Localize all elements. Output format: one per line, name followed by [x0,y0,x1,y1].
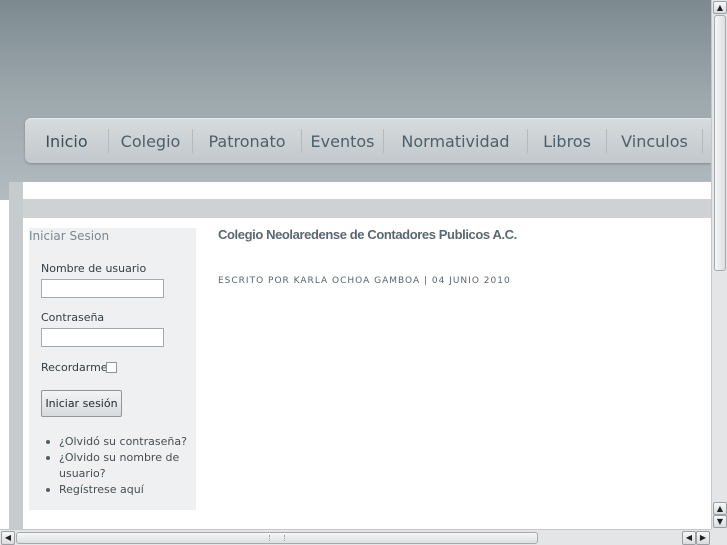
login-button[interactable]: Iniciar sesión [41,390,122,417]
password-input[interactable] [41,328,164,347]
scroll-grip-icon [269,535,285,541]
forgot-username-link[interactable]: ¿Olvido su nombre de usuario? [43,450,193,482]
login-links: ¿Olvidó su contraseña? ¿Olvido su nombre… [43,434,193,498]
nav-item-libros[interactable]: Libros [528,129,607,153]
scroll-left-icon[interactable]: ◀ [1,531,15,545]
nav-item-colegio[interactable]: Colegio [109,129,193,153]
scroll-right-icon[interactable]: ▶ [696,531,710,545]
article-meta: ESCRITO POR KARLA OCHOA GAMBOA | 04 JUNI… [218,276,511,286]
scroll-up-small-icon[interactable]: ▲ [713,502,727,515]
scrollbar-corner [711,529,727,545]
username-label: Nombre de usuario [41,262,147,275]
content-divider [23,199,711,218]
vertical-scrollbar[interactable]: ▲ ▲ ▼ [711,0,727,529]
header-background [0,0,711,200]
register-link[interactable]: Regístrese aquí [43,482,193,498]
content-frame-edge [9,182,23,530]
nav-item-normatividad[interactable]: Normatividad [384,129,528,153]
nav-item-inicio[interactable]: Inicio [25,129,109,153]
main-navigation: Inicio Colegio Patronato Eventos Normati… [25,118,711,163]
remember-checkbox[interactable] [106,362,117,373]
login-title: Iniciar Sesion [29,229,110,243]
vertical-scroll-thumb[interactable] [714,15,726,271]
nav-item-vinculos[interactable]: Vinculos [607,129,703,153]
remember-label: Recordarme [41,361,108,374]
username-input[interactable] [41,279,164,298]
horizontal-scroll-thumb[interactable] [16,532,538,544]
forgot-password-link[interactable]: ¿Olvidó su contraseña? [43,434,193,450]
login-module: Iniciar Sesion Nombre de usuario Contras… [29,228,196,510]
article-title[interactable]: Colegio Neolaredense de Contadores Publi… [218,227,517,242]
scroll-down-icon[interactable]: ▼ [713,515,727,528]
scroll-up-icon[interactable]: ▲ [713,1,727,14]
nav-item-eventos[interactable]: Eventos [302,129,384,153]
horizontal-scrollbar[interactable]: ◀ ◀ ▶ [0,529,711,545]
scroll-left-small-icon[interactable]: ◀ [682,531,696,545]
nav-item-patronato[interactable]: Patronato [193,129,302,153]
password-label: Contraseña [41,311,105,324]
content-top-strip [23,182,711,199]
